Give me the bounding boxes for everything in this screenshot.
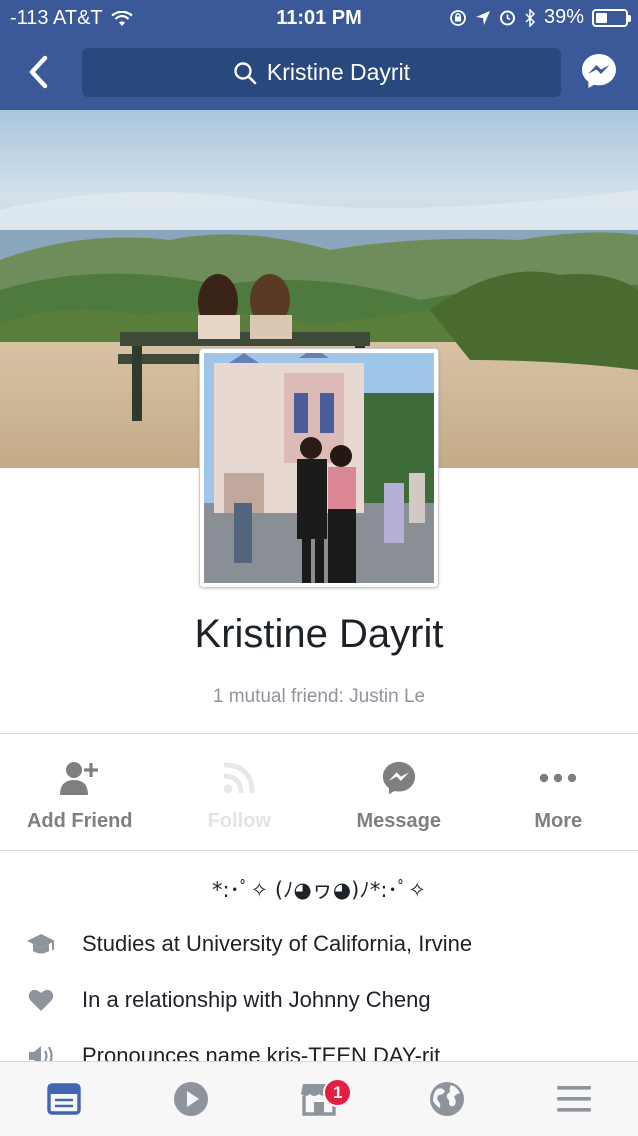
battery-icon xyxy=(592,8,631,27)
back-button[interactable] xyxy=(18,50,58,94)
more-label: More xyxy=(534,810,583,832)
marketplace-badge: 1 xyxy=(323,1078,353,1107)
divider xyxy=(0,850,638,851)
battery-level xyxy=(596,12,607,23)
profile-bio: *:･ﾟ✧ (ﾉ◕ヮ◕)ﾉ*:･ﾟ✧ xyxy=(211,878,427,902)
info-relationship[interactable]: In a relationship with Johnny Cheng xyxy=(26,985,431,1015)
status-right: 39% xyxy=(449,6,631,29)
tab-news-feed[interactable] xyxy=(0,1062,128,1136)
back-chevron-icon xyxy=(29,55,48,89)
more-icon xyxy=(539,758,577,798)
add-friend-label: Add Friend xyxy=(26,810,133,832)
messenger-icon xyxy=(381,758,417,798)
location-arrow-icon xyxy=(475,10,490,25)
more-button[interactable]: More xyxy=(479,734,638,850)
profile-name: Kristine Dayrit xyxy=(194,612,444,656)
message-button[interactable]: Message xyxy=(319,734,479,850)
graduation-cap-icon xyxy=(26,929,56,959)
battery-percent: 39% xyxy=(543,6,584,28)
alarm-icon xyxy=(499,10,515,26)
follow-icon xyxy=(222,758,256,798)
globe-icon xyxy=(429,1082,464,1116)
follow-button[interactable]: Follow xyxy=(160,734,320,850)
messenger-icon xyxy=(582,54,616,88)
mutual-friends-link[interactable]: 1 mutual friend: Justin Le xyxy=(0,686,638,708)
tab-video[interactable] xyxy=(128,1062,256,1136)
search-icon xyxy=(234,61,257,84)
tab-notifications[interactable] xyxy=(383,1062,511,1136)
search-text: Kristine Dayrit xyxy=(266,59,411,85)
bluetooth-icon xyxy=(525,8,536,27)
status-bar: -113 AT&T 11:01 PM 39% xyxy=(0,0,638,36)
profile-picture[interactable] xyxy=(199,348,439,588)
info-relationship-text: In a relationship with Johnny Cheng xyxy=(82,987,431,1012)
news-feed-icon xyxy=(47,1083,81,1115)
info-education-text: Studies at University of California, Irv… xyxy=(82,931,473,956)
menu-icon xyxy=(557,1086,592,1112)
nav-bar: Kristine Dayrit xyxy=(0,36,638,110)
message-label: Message xyxy=(356,810,442,832)
search-field[interactable]: Kristine Dayrit xyxy=(82,48,561,97)
messenger-button[interactable] xyxy=(580,52,618,90)
tab-menu[interactable] xyxy=(510,1062,638,1136)
tab-marketplace[interactable]: 1 xyxy=(255,1062,383,1136)
video-play-icon xyxy=(174,1082,209,1116)
add-friend-button[interactable]: Add Friend xyxy=(0,734,160,850)
orientation-lock-icon xyxy=(450,9,466,26)
profile-actions: Add Friend Follow Message More xyxy=(0,734,638,850)
follow-label: Follow xyxy=(207,810,271,832)
bottom-tab-bar: 1 xyxy=(0,1061,638,1136)
add-friend-icon xyxy=(59,758,100,798)
heart-icon xyxy=(26,985,56,1015)
info-education[interactable]: Studies at University of California, Irv… xyxy=(26,929,472,959)
